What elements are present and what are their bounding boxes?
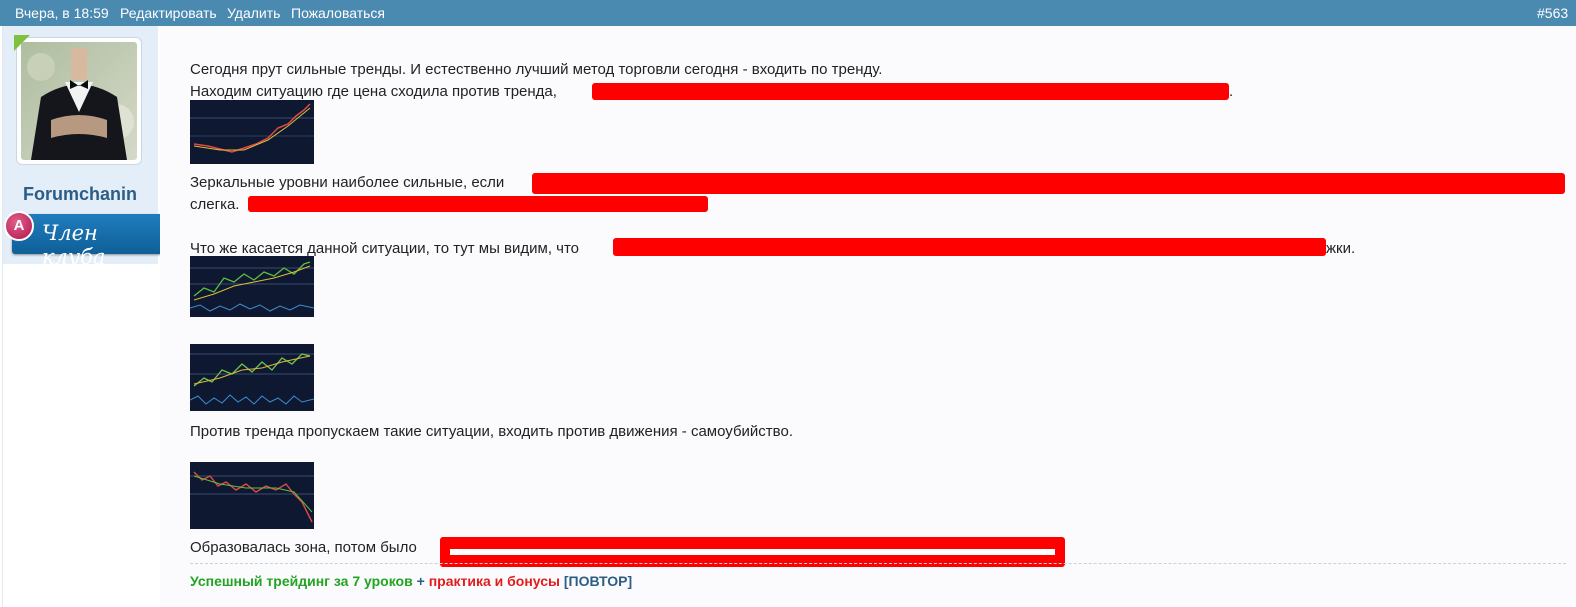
signature-plus: + <box>416 573 425 589</box>
signature-link-repeat[interactable]: [ПОВТОР] <box>564 573 632 589</box>
post-line-2-end: . <box>1229 83 1234 100</box>
post-line-2-text: Находим ситуацию где цена сходила против… <box>190 83 557 100</box>
redaction-block <box>248 196 708 212</box>
post-date: Вчера, в 18:59 <box>15 5 109 21</box>
rank-badge: Член клуба <box>12 214 164 269</box>
post-line-5-end: жки. <box>1326 240 1356 257</box>
redaction-block <box>613 238 1326 256</box>
rank-title: Член клуба <box>42 221 106 269</box>
post-body <box>160 26 1576 607</box>
report-link[interactable]: Пожаловаться <box>291 5 385 21</box>
chart-thumbnail-2[interactable] <box>190 256 314 317</box>
post-line-2: Находим ситуацию где цена сходила против… <box>190 83 557 100</box>
post-number-link[interactable]: #563 <box>1537 5 1568 21</box>
post-line-7: Образовалась зона, потом было <box>190 539 417 556</box>
chart-thumbnail-1[interactable] <box>190 100 314 164</box>
redaction-block <box>592 83 1229 100</box>
post-line-1: Сегодня прут сильные тренды. И естествен… <box>190 61 883 78</box>
signature-link-course[interactable]: Успешный трейдинг за 7 уроков <box>190 573 413 589</box>
avatar-image <box>21 42 137 160</box>
post-line-5: Что же касается данной ситуации, то тут … <box>190 240 580 257</box>
chart-thumbnail-3[interactable] <box>190 344 314 411</box>
edit-link[interactable]: Редактировать <box>120 5 217 21</box>
online-indicator <box>14 35 30 51</box>
redaction-gap <box>450 549 1055 555</box>
post-line-4: слегка. <box>190 196 240 213</box>
rank-letter-icon: A <box>4 211 34 241</box>
chart-thumbnail-4[interactable] <box>190 462 314 529</box>
signature-divider <box>190 563 1566 564</box>
username-link[interactable]: Forumchanin <box>2 184 158 205</box>
post-line-6: Против тренда пропускаем такие ситуации,… <box>190 423 793 440</box>
sidebar-divider <box>2 26 3 607</box>
delete-link[interactable]: Удалить <box>227 5 280 21</box>
avatar[interactable] <box>16 37 142 165</box>
redaction-block <box>532 173 1565 194</box>
signature: Успешный трейдинг за 7 уроков + практика… <box>190 573 632 589</box>
post-line-3: Зеркальные уровни наиболее сильные, если <box>190 174 505 191</box>
signature-link-practice[interactable]: практика и бонусы <box>429 573 560 589</box>
post-header-bar: Вчера, в 18:59 Редактировать Удалить Пож… <box>0 0 1576 26</box>
